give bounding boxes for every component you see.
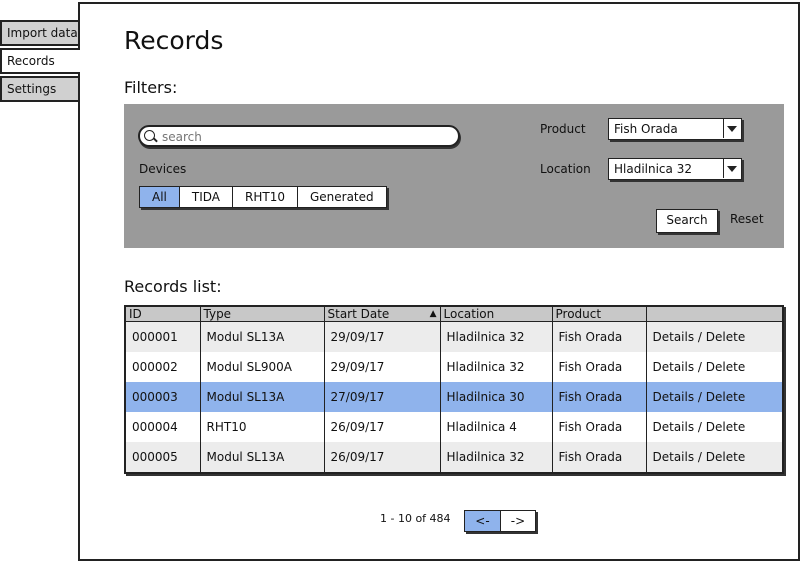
cell-location: Hladilnica 30 xyxy=(440,382,553,412)
location-label: Location xyxy=(540,162,591,176)
filters-panel: Devices All TIDA RHT10 Generated Product… xyxy=(124,104,784,248)
cell-start-date: 26/09/17 xyxy=(324,442,441,473)
details-delete-link[interactable]: Details / Delete xyxy=(646,321,784,352)
cell-start-date: 26/09/17 xyxy=(324,412,441,442)
column-header-location[interactable]: Location xyxy=(440,306,553,322)
cell-location: Hladilnica 32 xyxy=(440,321,553,352)
cell-type: Modul SL13A xyxy=(200,321,325,352)
details-delete-link[interactable]: Details / Delete xyxy=(646,442,784,473)
pagination-controls: <- -> xyxy=(464,510,536,532)
column-header-start-date-label: Start Date xyxy=(327,307,390,321)
reset-button[interactable]: Reset xyxy=(730,212,764,226)
cell-id: 000002 xyxy=(125,352,201,382)
table-row[interactable]: 000002 Modul SL900A 29/09/17 Hladilnica … xyxy=(125,352,784,382)
cell-id: 000003 xyxy=(125,382,201,412)
chevron-down-icon[interactable] xyxy=(723,159,741,178)
details-delete-link[interactable]: Details / Delete xyxy=(646,382,784,412)
cell-product: Fish Orada xyxy=(552,442,647,473)
device-generated-button[interactable]: Generated xyxy=(297,186,387,208)
pagination-summary: 1 - 10 of 484 xyxy=(380,512,451,525)
prev-page-button[interactable]: <- xyxy=(464,510,500,532)
cell-product: Fish Orada xyxy=(552,321,647,352)
devices-label: Devices xyxy=(139,162,187,176)
table-row[interactable]: 000001 Modul SL13A 29/09/17 Hladilnica 3… xyxy=(125,321,784,352)
details-delete-link[interactable]: Details / Delete xyxy=(646,352,784,382)
cell-id: 000001 xyxy=(125,321,201,352)
cell-product: Fish Orada xyxy=(552,412,647,442)
cell-id: 000004 xyxy=(125,412,201,442)
devices-segmented-control: All TIDA RHT10 Generated xyxy=(139,186,387,208)
product-value: Fish Orada xyxy=(614,122,678,136)
records-heading: Records list: xyxy=(124,277,222,296)
cell-location: Hladilnica 32 xyxy=(440,352,553,382)
search-field[interactable] xyxy=(138,125,460,147)
next-page-button[interactable]: -> xyxy=(500,510,536,532)
filters-heading: Filters: xyxy=(124,78,178,97)
location-dropdown[interactable]: Hladilnica 32 xyxy=(608,158,742,180)
device-rht10-button[interactable]: RHT10 xyxy=(233,186,298,208)
cell-product: Fish Orada xyxy=(552,382,647,412)
column-header-type[interactable]: Type xyxy=(200,306,325,322)
records-table: ID Type Start Date ▲ Location Product 000… xyxy=(124,305,784,474)
details-delete-link[interactable]: Details / Delete xyxy=(646,412,784,442)
device-all-button[interactable]: All xyxy=(139,186,180,208)
cell-location: Hladilnica 32 xyxy=(440,442,553,473)
cell-type: Modul SL900A xyxy=(200,352,325,382)
table-header-row: ID Type Start Date ▲ Location Product xyxy=(125,306,784,322)
device-tida-button[interactable]: TIDA xyxy=(179,186,233,208)
side-tabs: Import data Records Settings xyxy=(0,20,80,104)
cell-start-date: 27/09/17 xyxy=(324,382,441,412)
tab-import-data[interactable]: Import data xyxy=(0,20,80,46)
search-button[interactable]: Search xyxy=(656,209,718,233)
column-header-product[interactable]: Product xyxy=(552,306,647,322)
sort-icon[interactable]: ▲ xyxy=(430,307,437,321)
cell-location: Hladilnica 4 xyxy=(440,412,553,442)
tab-records[interactable]: Records xyxy=(0,48,80,74)
search-icon xyxy=(144,130,155,141)
product-dropdown[interactable]: Fish Orada xyxy=(608,118,742,140)
cell-product: Fish Orada xyxy=(552,352,647,382)
search-input[interactable] xyxy=(160,128,454,146)
chevron-down-icon[interactable] xyxy=(723,119,741,138)
cell-type: Modul SL13A xyxy=(200,442,325,473)
location-value: Hladilnica 32 xyxy=(614,162,692,176)
cell-start-date: 29/09/17 xyxy=(324,352,441,382)
tab-settings[interactable]: Settings xyxy=(0,76,80,102)
cell-type: Modul SL13A xyxy=(200,382,325,412)
column-header-start-date[interactable]: Start Date ▲ xyxy=(324,306,441,322)
cell-start-date: 29/09/17 xyxy=(324,321,441,352)
cell-id: 000005 xyxy=(125,442,201,473)
product-label: Product xyxy=(540,122,586,136)
table-row[interactable]: 000004 RHT10 26/09/17 Hladilnica 4 Fish … xyxy=(125,412,784,442)
column-header-id[interactable]: ID xyxy=(125,306,201,322)
table-row[interactable]: 000005 Modul SL13A 26/09/17 Hladilnica 3… xyxy=(125,442,784,473)
page-title: Records xyxy=(124,26,224,55)
column-header-actions xyxy=(646,306,784,322)
cell-type: RHT10 xyxy=(200,412,325,442)
table-row-selected[interactable]: 000003 Modul SL13A 27/09/17 Hladilnica 3… xyxy=(125,382,784,412)
